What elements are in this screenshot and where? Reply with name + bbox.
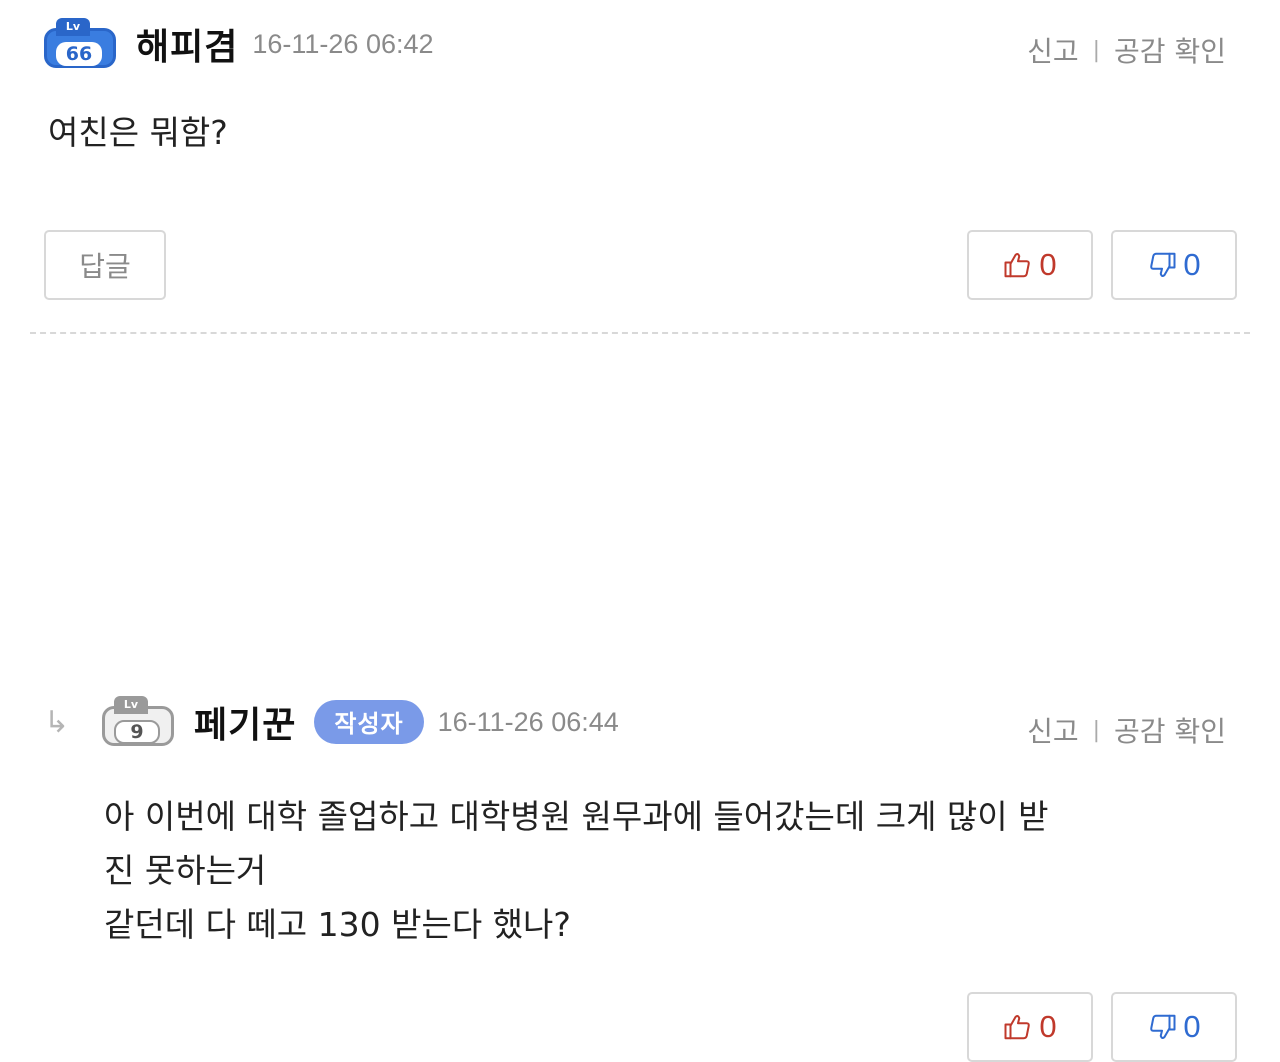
downvote-button[interactable]: 0 [1111,992,1237,1062]
thumbs-down-icon [1150,1014,1176,1039]
upvote-count: 0 [1039,247,1057,282]
comment-text-line: 아 이번에 대학 졸업하고 대학병원 원무과에 들어갔는데 크게 많이 받 [104,797,1049,836]
separator: | [1092,37,1101,63]
level-badge-icon: Lv 66 [42,18,118,70]
timestamp: 16-11-26 06:42 [252,28,434,59]
comment: Lv 66 해피겸 16-11-26 06:42 신고 | 공감 확인 여친은 … [0,0,1280,330]
separator: | [1092,717,1101,743]
author-badge: 작성자 [314,700,424,744]
downvote-count: 0 [1183,247,1201,282]
downvote-count: 0 [1183,1009,1201,1044]
timestamp: 16-11-26 06:44 [437,706,619,737]
thumbs-up-icon [1004,1015,1031,1040]
reply-button[interactable]: 답글 [44,230,166,300]
downvote-button[interactable]: 0 [1111,230,1237,300]
comment-text-line: 같던데 다 떼고 130 받는다 했나? [104,905,571,944]
level-tab: Lv [114,696,148,714]
upvote-count: 0 [1039,1009,1057,1044]
report-link[interactable]: 신고 [1027,30,1079,70]
level-number: 66 [56,42,102,66]
reply-comment: ↳ Lv 9 페기꾼 작성자 16-11-26 06:44 신고 | 공감 확인… [0,330,1280,1062]
check-likes-link[interactable]: 공감 확인 [1114,30,1226,70]
comment-actions: 신고 | 공감 확인 [1027,30,1226,70]
comment-text: 여친은 뭐함? [48,113,228,152]
upvote-button[interactable]: 0 [967,230,1093,300]
level-badge-icon: Lv 9 [100,696,176,748]
level-number: 9 [114,720,160,744]
comment-text: 아 이번에 대학 졸업하고 대학병원 원무과에 들어갔는데 크게 많이 받 진 … [104,790,1049,952]
reply-arrow-icon: ↳ [44,704,70,740]
report-link[interactable]: 신고 [1027,710,1079,750]
upvote-button[interactable]: 0 [967,992,1093,1062]
thumbs-down-icon [1150,252,1176,277]
comment-actions: 신고 | 공감 확인 [1027,710,1226,750]
level-tab: Lv [56,18,90,36]
nickname[interactable]: 페기꾼 [194,696,296,748]
thumbs-up-icon [1004,253,1031,278]
comment-text-line: 진 못하는거 [104,851,267,890]
nickname[interactable]: 해피겸 [136,18,238,70]
check-likes-link[interactable]: 공감 확인 [1114,710,1226,750]
